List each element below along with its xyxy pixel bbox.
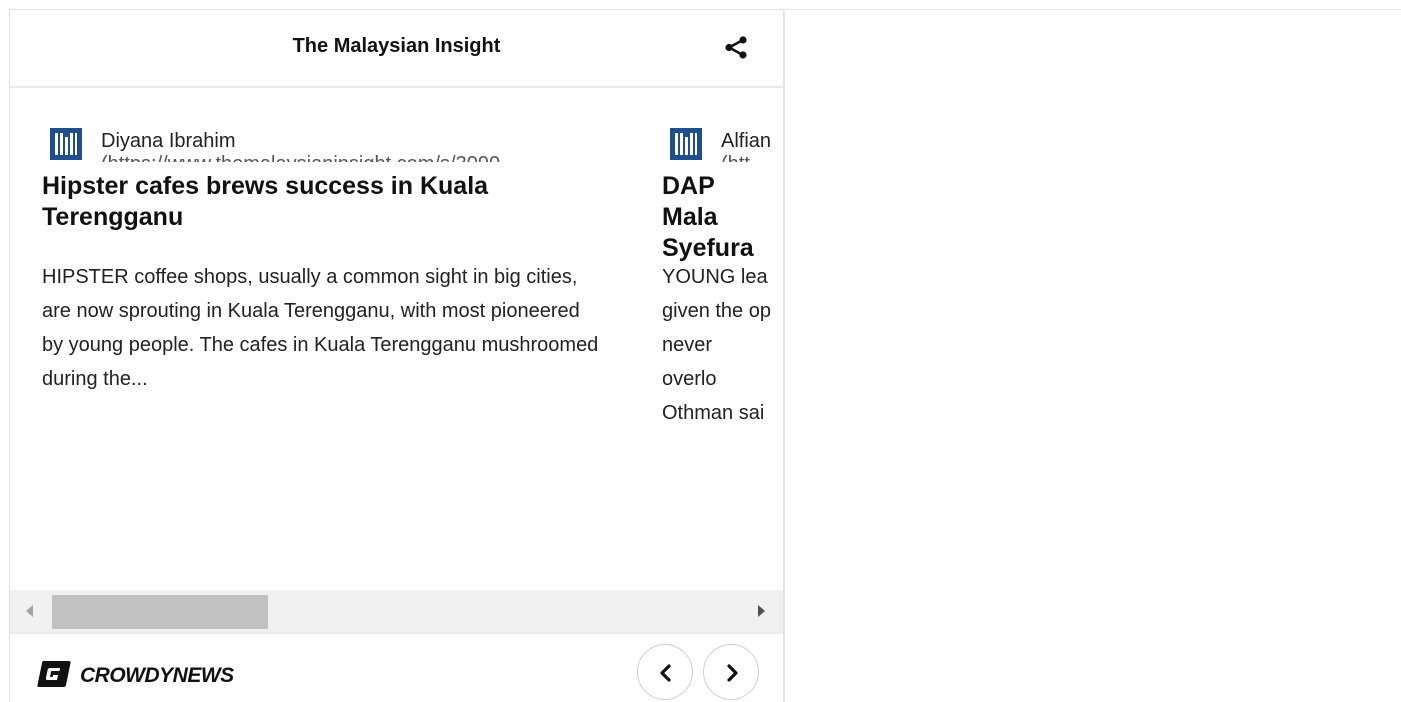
article-source-link[interactable]: (https://www.themalaysianinsight.com/s/3… [101, 153, 500, 162]
article-author-row: Alfian (htt [670, 128, 783, 162]
article-author: Diyana Ibrahim [101, 130, 236, 152]
scroll-left-arrow-icon[interactable] [26, 605, 33, 617]
article-excerpt: YOUNG lea given the op never overlo Othm… [662, 266, 771, 424]
next-button[interactable] [703, 644, 759, 700]
article-excerpt: HIPSTER coffee shops, usually a common s… [42, 266, 599, 390]
article-author-row: Diyana Ibrahim (https://www.themalaysian… [50, 128, 610, 162]
article-title[interactable]: Hipster cafes brews success in Kuala Ter… [42, 171, 582, 233]
chevron-right-icon [727, 664, 738, 682]
share-icon [725, 36, 747, 59]
publisher-logo-icon [50, 128, 82, 160]
news-widget: The Malaysian Insight Diyana Ibrahim Hip… [9, 9, 785, 702]
chevron-left-icon [660, 664, 671, 682]
article-card[interactable]: Alfian (htt DAP Mala Syefura YOUNG lea g… [662, 88, 783, 590]
page-top-divider [784, 9, 1401, 10]
widget-footer: CROWDYNEWS [10, 632, 783, 702]
article-source-link[interactable]: (htt [721, 153, 750, 162]
article-title[interactable]: DAP Mala Syefura [662, 171, 772, 264]
crowdynews-logo-icon [37, 661, 71, 687]
page: The Malaysian Insight Diyana Ibrahim Hip… [0, 0, 1401, 702]
articles-carousel[interactable]: Diyana Ibrahim (https://www.themalaysian… [10, 88, 783, 590]
publisher-logo-icon [670, 128, 702, 160]
share-button[interactable] [718, 30, 754, 66]
article-author: Alfian [721, 130, 772, 152]
scrollbar-thumb[interactable] [52, 595, 268, 629]
article-card[interactable]: Diyana Ibrahim (https://www.themalaysian… [42, 88, 602, 590]
brand-name: CROWDYNEWS [80, 664, 234, 687]
scroll-right-arrow-icon[interactable] [758, 605, 765, 617]
horizontal-scrollbar[interactable] [10, 590, 783, 632]
widget-header: The Malaysian Insight [10, 10, 783, 88]
widget-title: The Malaysian Insight [292, 35, 501, 57]
previous-button[interactable] [637, 644, 693, 700]
